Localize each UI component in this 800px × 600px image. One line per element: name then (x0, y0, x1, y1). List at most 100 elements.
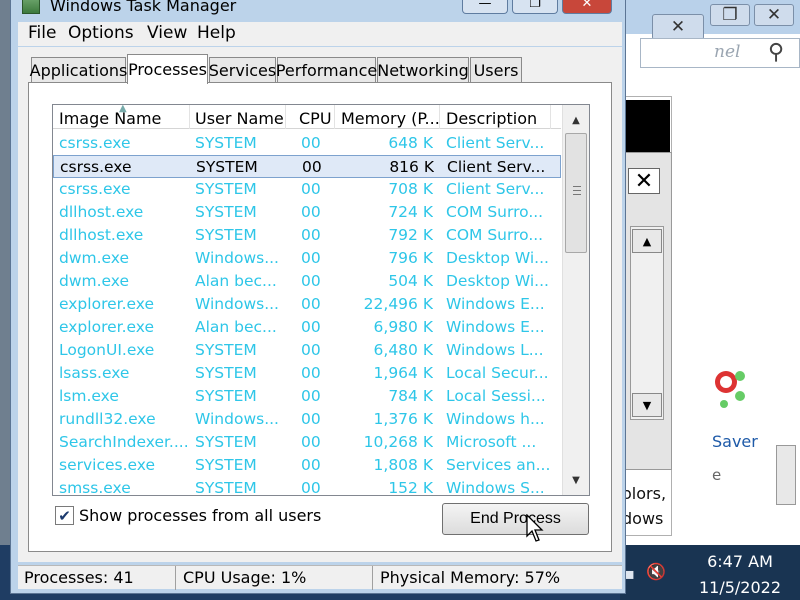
menu-options[interactable]: Options (68, 23, 134, 43)
process-name: SearchIndexer.... (59, 433, 189, 451)
menu-file[interactable]: File (28, 23, 56, 43)
table-row[interactable]: csrss.exe SYSTEM 00 816 K Client Serv... (53, 155, 561, 178)
table-row[interactable]: smss.exe SYSTEM 00 152 K Windows S... (53, 477, 561, 496)
process-name: LogonUI.exe (59, 341, 155, 359)
table-row[interactable]: dllhost.exe SYSTEM 00 792 K COM Surro... (53, 224, 561, 247)
process-user: Alan bec... (195, 272, 277, 290)
process-description: Windows E... (446, 318, 545, 336)
process-description: Windows E... (446, 295, 545, 313)
show-all-users-checkbox[interactable]: ✔ (55, 506, 74, 525)
table-row[interactable]: LogonUI.exe SYSTEM 00 6,480 K Windows L... (53, 339, 561, 362)
process-description: Services an... (446, 456, 551, 474)
tab-applications[interactable]: Applications (30, 57, 127, 83)
column-image-name[interactable]: Image Name (59, 109, 161, 128)
process-list[interactable]: ▲ Image Name User Name CPU Memory (P... … (52, 104, 590, 496)
process-description: Windows h... (446, 410, 545, 428)
column-cpu[interactable]: CPU (299, 109, 332, 128)
volume-muted-icon[interactable]: 🔇 (646, 562, 666, 581)
process-user: Windows... (195, 410, 279, 428)
process-description: Desktop Wi... (446, 249, 549, 267)
process-description: Client Serv... (446, 134, 545, 152)
table-row[interactable]: csrss.exe SYSTEM 00 708 K Client Serv... (53, 178, 561, 201)
table-row[interactable]: csrss.exe SYSTEM 00 648 K Client Serv... (53, 132, 561, 155)
background-dialog-x-button[interactable]: ✕ (628, 168, 660, 194)
table-row[interactable]: lsm.exe SYSTEM 00 784 K Local Sessi... (53, 385, 561, 408)
table-row[interactable]: explorer.exe Windows... 00 22,496 K Windows … (53, 293, 561, 316)
process-memory: 1,808 K (373, 456, 433, 474)
process-cpu: 00 (301, 203, 321, 221)
screen-saver-link[interactable]: Saver (712, 432, 758, 451)
process-cpu: 00 (301, 180, 321, 198)
process-memory: 504 K (388, 272, 433, 290)
close-button[interactable]: ✕ (562, 0, 612, 14)
process-name: explorer.exe (59, 295, 155, 313)
end-process-button[interactable]: End Process (442, 503, 589, 535)
process-list-scrollbar[interactable]: ▲ ▼ (562, 105, 589, 495)
table-row[interactable]: dwm.exe Alan bec... 00 504 K Desktop Wi... (53, 270, 561, 293)
background-dialog-close-button[interactable]: ✕ (652, 14, 704, 40)
clock-date[interactable]: 11/5/2022 (690, 578, 790, 597)
scroll-up-arrow-icon[interactable]: ▲ (567, 111, 585, 129)
process-memory: 816 K (389, 158, 434, 176)
show-all-users-label[interactable]: Show processes from all users (79, 506, 321, 525)
table-row[interactable]: services.exe SYSTEM 00 1,808 K Services an..… (53, 454, 561, 477)
column-description[interactable]: Description (446, 109, 537, 128)
process-cpu: 00 (301, 318, 321, 336)
background-scrollbar[interactable] (630, 226, 664, 420)
table-row[interactable]: lsass.exe SYSTEM 00 1,964 K Local Secur... (53, 362, 561, 385)
process-cpu: 00 (301, 341, 321, 359)
process-memory: 6,980 K (373, 318, 433, 336)
process-user: SYSTEM (195, 456, 257, 474)
table-row[interactable]: dwm.exe Windows... 00 796 K Desktop Wi... (53, 247, 561, 270)
background-black-panel (624, 100, 670, 152)
process-name: dwm.exe (59, 272, 130, 290)
process-user: Alan bec... (195, 318, 277, 336)
process-memory: 10,268 K (363, 433, 433, 451)
background-right-scrollbar[interactable] (776, 445, 796, 505)
process-name: dllhost.exe (59, 203, 144, 221)
search-icon[interactable]: ⚲ (768, 40, 784, 65)
process-description: Local Sessi... (446, 387, 546, 405)
window-title: Windows Task Manager (50, 0, 237, 15)
task-manager-icon (22, 0, 40, 14)
menu-help[interactable]: Help (197, 23, 236, 43)
process-name: rundll32.exe (59, 410, 156, 428)
tab-performance[interactable]: Performance (276, 57, 377, 83)
background-scroll-down-arrow-icon[interactable]: ▼ (632, 393, 662, 417)
process-description: Windows S... (446, 479, 545, 496)
column-memory[interactable]: Memory (P... (341, 109, 440, 128)
minimize-button[interactable]: — (462, 0, 508, 14)
process-user: SYSTEM (195, 341, 257, 359)
scroll-down-arrow-icon[interactable]: ▼ (567, 471, 585, 489)
table-row[interactable]: dllhost.exe SYSTEM 00 724 K COM Surro... (53, 201, 561, 224)
process-name: services.exe (59, 456, 156, 474)
background-scroll-up-arrow-icon[interactable]: ▲ (632, 229, 662, 253)
process-description: Windows L... (446, 341, 544, 359)
maximize-button[interactable]: ❐ (512, 0, 558, 14)
process-user: SYSTEM (195, 479, 257, 496)
process-memory: 648 K (388, 134, 433, 152)
tab-services[interactable]: Services (209, 57, 276, 83)
process-memory: 792 K (388, 226, 433, 244)
tab-networking[interactable]: Networking (377, 57, 469, 83)
status-cpu-usage: CPU Usage: 1% (183, 568, 307, 587)
background-close-button[interactable]: ✕ (754, 4, 794, 26)
column-user-name[interactable]: User Name (195, 109, 284, 128)
tab-processes[interactable]: Processes (127, 54, 208, 84)
clock-time[interactable]: 6:47 AM (690, 552, 790, 571)
process-user: Windows... (195, 295, 279, 313)
screen-saver-icon (715, 371, 745, 408)
scroll-thumb[interactable] (565, 133, 587, 253)
process-description: Microsoft ... (446, 433, 537, 451)
table-row[interactable]: rundll32.exe Windows... 00 1,376 K Windows h… (53, 408, 561, 431)
table-row[interactable]: explorer.exe Alan bec... 00 6,980 K Windows … (53, 316, 561, 339)
table-row[interactable]: SearchIndexer.... SYSTEM 00 10,268 K Microso… (53, 431, 561, 454)
mouse-cursor-icon (526, 514, 544, 542)
process-memory: 152 K (388, 479, 433, 496)
process-cpu: 00 (302, 158, 322, 176)
tab-users[interactable]: Users (470, 57, 522, 83)
menu-view[interactable]: View (147, 23, 187, 43)
process-cpu: 00 (301, 410, 321, 428)
process-name: csrss.exe (59, 180, 131, 198)
background-restore-button[interactable]: ❐ (710, 4, 750, 26)
